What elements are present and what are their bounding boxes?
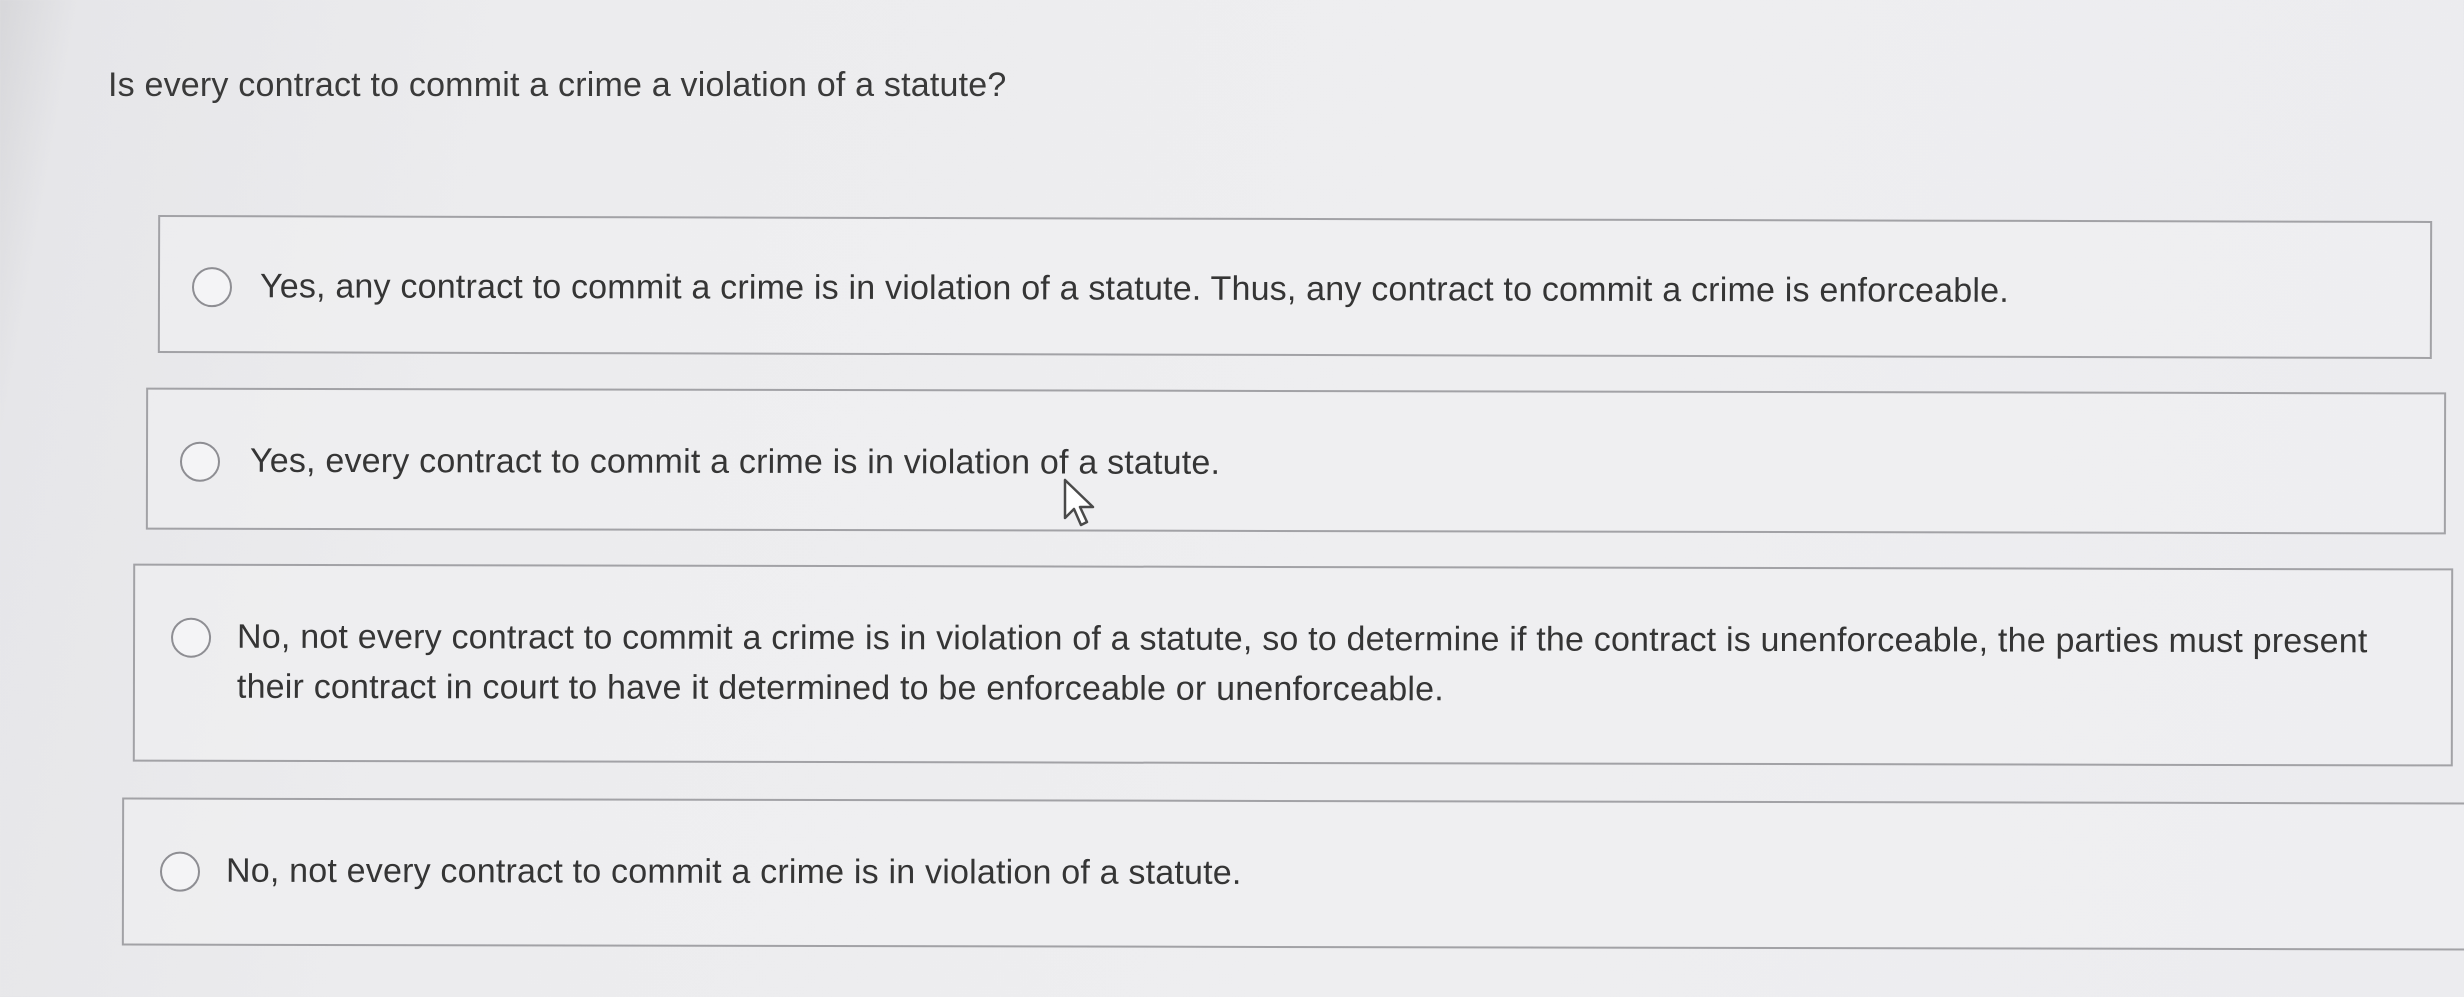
quiz-question-panel: Is every contract to commit a crime a vi… <box>0 0 2464 997</box>
answer-option-label: No, not every contract to commit a crime… <box>236 617 2368 709</box>
answer-option-2[interactable]: Yes, every contract to commit a crime is… <box>145 387 2447 535</box>
radio-unchecked-icon[interactable] <box>171 617 212 658</box>
answer-option-label: Yes, any contract to commit a crime is i… <box>259 267 2009 310</box>
answer-option-4[interactable]: No, not every contract to commit a crime… <box>121 797 2464 951</box>
answer-option-3[interactable]: No, not every contract to commit a crime… <box>132 563 2454 767</box>
question-text: Is every contract to commit a crime a vi… <box>108 66 1007 104</box>
answer-option-1[interactable]: Yes, any contract to commit a crime is i… <box>157 215 2433 359</box>
radio-unchecked-icon[interactable] <box>191 267 233 308</box>
mouse-pointer-icon <box>1063 478 1095 527</box>
answer-option-label: No, not every contract to commit a crime… <box>225 851 1242 892</box>
radio-unchecked-icon[interactable] <box>159 851 201 892</box>
radio-unchecked-icon[interactable] <box>179 441 221 482</box>
